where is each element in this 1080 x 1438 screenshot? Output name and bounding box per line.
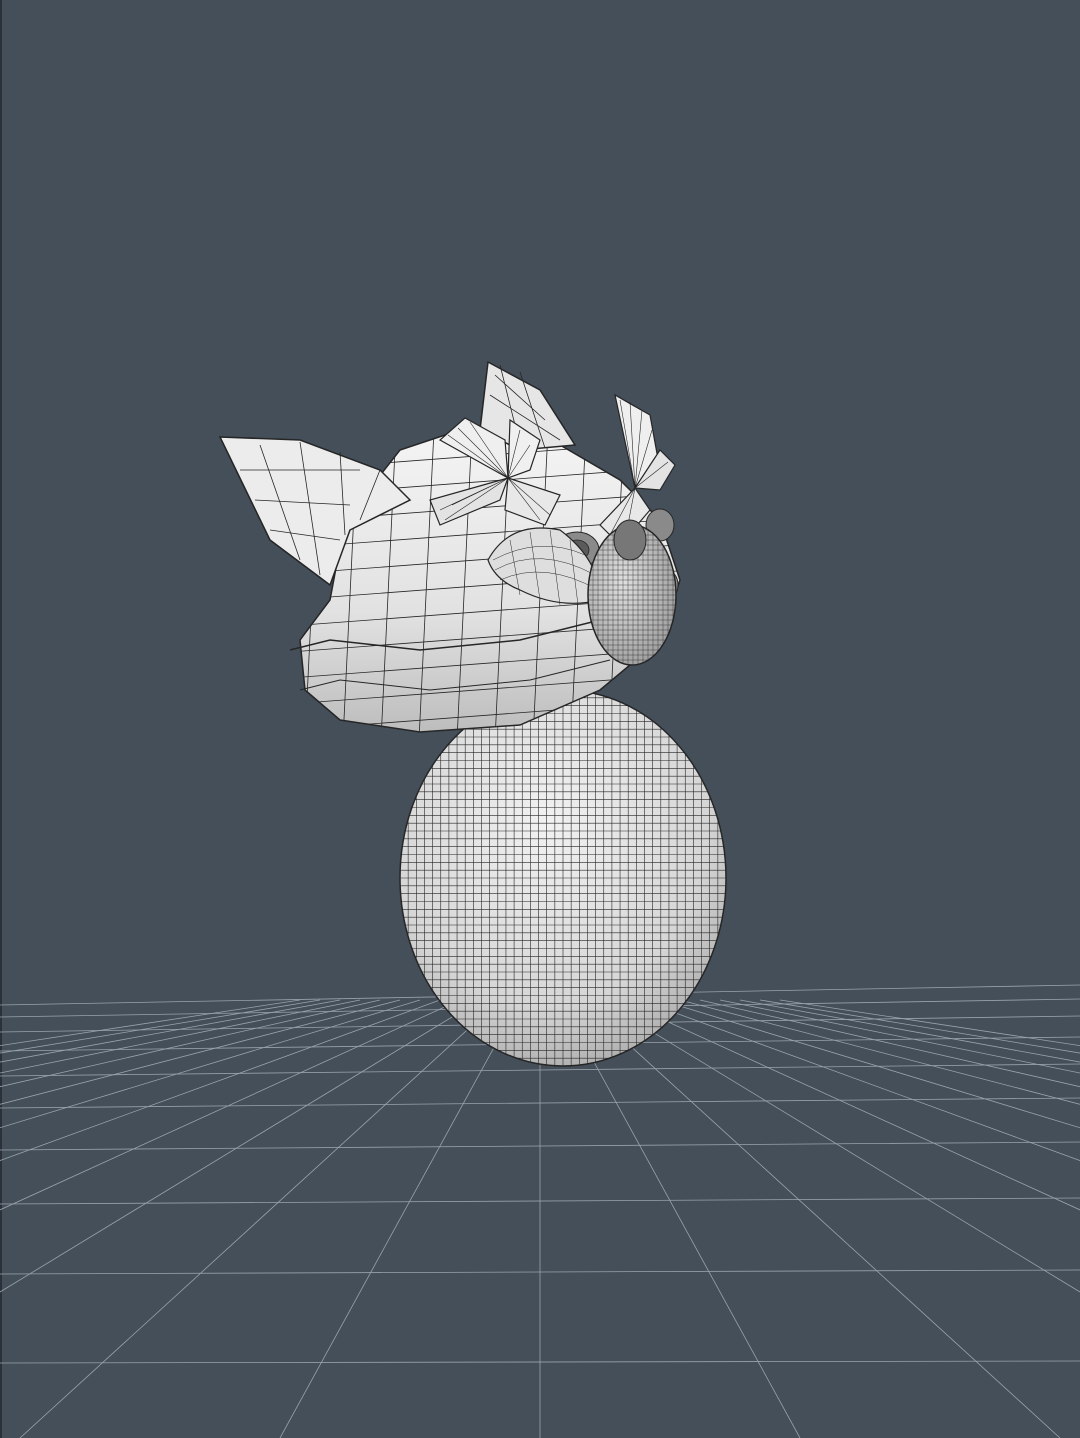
body-sphere[interactable] [399, 689, 727, 1067]
body-wireframe [400, 690, 726, 1066]
3d-viewport[interactable] [0, 0, 1080, 1438]
viewport-canvas[interactable] [0, 0, 1080, 1438]
